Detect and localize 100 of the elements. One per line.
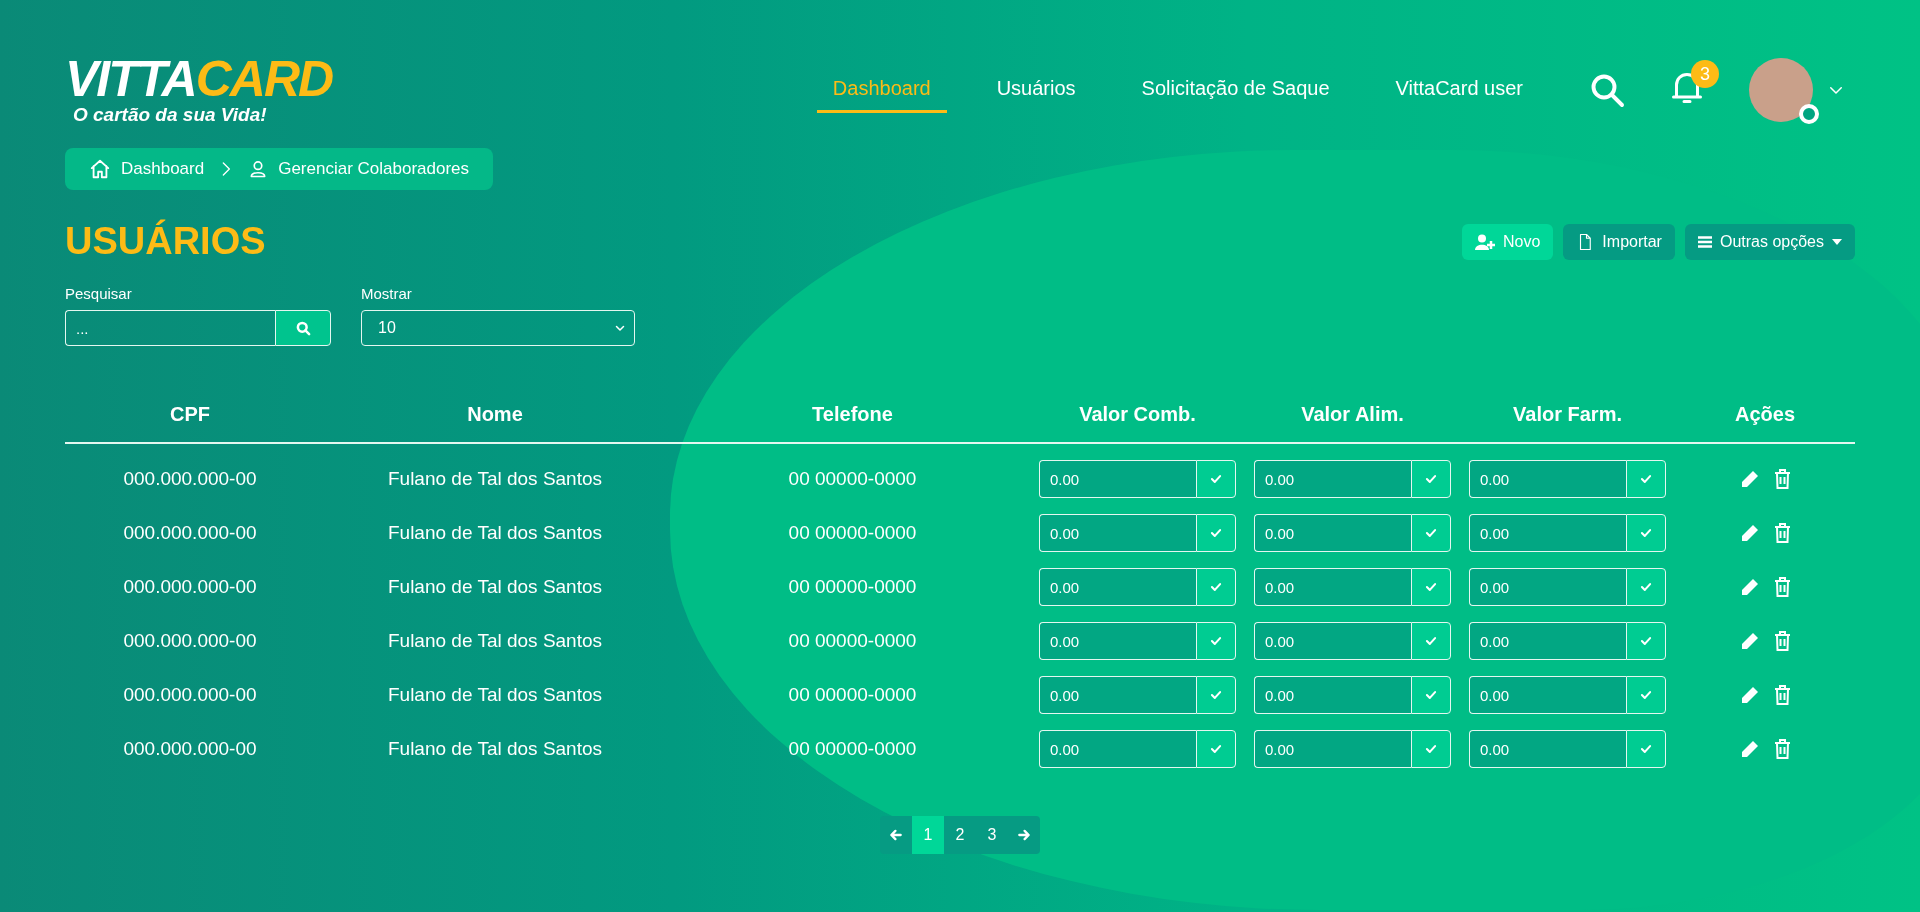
table-cell-text: 00 00000-0000 <box>787 738 918 760</box>
edit-button[interactable] <box>1739 631 1760 651</box>
value-field[interactable]: 0.00 <box>1469 676 1626 714</box>
field-label: Pesquisar <box>65 285 133 302</box>
confirm-button[interactable] <box>1196 622 1236 660</box>
confirm-button[interactable] <box>1196 676 1236 714</box>
confirm-button[interactable] <box>1196 730 1236 768</box>
table-cell-text: Fulano de Tal dos Santos <box>386 468 604 490</box>
search-button[interactable] <box>275 310 331 346</box>
pencil-icon <box>1739 685 1760 705</box>
value-field[interactable]: 0.00 <box>1039 622 1196 660</box>
value-field[interactable]: 0.00 <box>1039 514 1196 552</box>
delete-button[interactable] <box>1773 523 1791 543</box>
logo: VITTACARD <box>65 54 333 104</box>
delete-button[interactable] <box>1773 577 1791 597</box>
search-field[interactable]: ... <box>65 310 275 346</box>
check-icon <box>1424 688 1438 702</box>
table-cell-text: 00 00000-0000 <box>787 522 918 544</box>
breadcrumb-link[interactable]: Dashboard <box>89 158 205 180</box>
check-icon <box>1424 634 1438 648</box>
table-cell-text: Fulano de Tal dos Santos <box>386 522 604 544</box>
trash-icon <box>1773 523 1791 543</box>
confirm-button[interactable] <box>1411 730 1451 768</box>
value-field[interactable]: 0.00 <box>1254 676 1411 714</box>
check-icon <box>1209 634 1223 648</box>
delete-button[interactable] <box>1773 469 1791 489</box>
value-field[interactable]: 0.00 <box>1469 460 1626 498</box>
value-field[interactable]: 0.00 <box>1469 514 1626 552</box>
value-field[interactable]: 0.00 <box>1254 622 1411 660</box>
logo-tagline: O cartão da sua Vida! <box>73 104 268 126</box>
value-field[interactable]: 0.00 <box>1039 460 1196 498</box>
confirm-button[interactable] <box>1196 460 1236 498</box>
value-field[interactable]: 0.00 <box>1039 730 1196 768</box>
check-icon <box>1639 526 1653 540</box>
table-cell-text: 00 00000-0000 <box>787 630 918 652</box>
column-header: CPF <box>169 402 211 426</box>
confirm-button[interactable] <box>1626 514 1666 552</box>
delete-button[interactable] <box>1773 739 1791 759</box>
edit-button[interactable] <box>1739 469 1760 489</box>
value-field[interactable]: 0.00 <box>1254 568 1411 606</box>
pencil-icon <box>1739 469 1760 489</box>
table-cell-text: 00 00000-0000 <box>787 576 918 598</box>
trash-icon <box>1773 631 1791 651</box>
delete-button[interactable] <box>1773 631 1791 651</box>
confirm-button[interactable] <box>1626 568 1666 606</box>
column-header: Valor Farm. <box>1512 402 1623 426</box>
table-cell-text: 000.000.000-00 <box>122 522 258 544</box>
trash-icon <box>1773 739 1791 759</box>
column-header: Nome <box>466 402 524 426</box>
page-button[interactable]: 1 <box>912 816 944 854</box>
nav-link[interactable]: Usuários <box>980 67 1092 113</box>
page-button[interactable]: 3 <box>976 816 1008 854</box>
confirm-button[interactable] <box>1626 676 1666 714</box>
check-icon <box>1209 472 1223 486</box>
page-button[interactable]: 2 <box>944 816 976 854</box>
edit-button[interactable] <box>1739 577 1760 597</box>
confirm-button[interactable] <box>1626 730 1666 768</box>
table-cell-text: Fulano de Tal dos Santos <box>386 576 604 598</box>
page-size-select[interactable]: 10 <box>361 310 635 346</box>
confirm-button[interactable] <box>1411 568 1451 606</box>
action-button[interactable]: Novo <box>1462 223 1554 260</box>
edit-button[interactable] <box>1739 523 1760 543</box>
breadcrumb-link[interactable]: Gerenciar Colaboradores <box>248 159 470 179</box>
action-button[interactable]: Importar <box>1563 223 1675 260</box>
check-icon <box>1209 688 1223 702</box>
arrow-right-icon <box>1017 828 1031 842</box>
check-icon <box>1639 580 1653 594</box>
value-field[interactable]: 0.00 <box>1469 622 1626 660</box>
value-field[interactable]: 0.00 <box>1469 730 1626 768</box>
value-field[interactable]: 0.00 <box>1254 460 1411 498</box>
confirm-button[interactable] <box>1411 460 1451 498</box>
confirm-button[interactable] <box>1626 622 1666 660</box>
pencil-icon <box>1739 739 1760 759</box>
confirm-button[interactable] <box>1411 676 1451 714</box>
value-field[interactable]: 0.00 <box>1039 568 1196 606</box>
nav-link[interactable]: Solicitação de Saque <box>1125 67 1346 113</box>
confirm-button[interactable] <box>1196 514 1236 552</box>
add-user-icon <box>1475 233 1495 250</box>
confirm-button[interactable] <box>1411 622 1451 660</box>
column-header: Telefone <box>811 402 894 426</box>
edit-button[interactable] <box>1739 739 1760 759</box>
table-cell-text: 000.000.000-00 <box>122 468 258 490</box>
check-icon <box>1209 526 1223 540</box>
home-icon <box>89 158 111 180</box>
value-field[interactable]: 0.00 <box>1469 568 1626 606</box>
nav-link[interactable]: VittaCard user <box>1379 67 1539 113</box>
action-button[interactable]: Outras opções <box>1684 223 1855 260</box>
trash-icon <box>1773 577 1791 597</box>
edit-button[interactable] <box>1739 685 1760 705</box>
value-field[interactable]: 0.00 <box>1039 676 1196 714</box>
table-cell-text: Fulano de Tal dos Santos <box>386 684 604 706</box>
trash-icon <box>1773 469 1791 489</box>
confirm-button[interactable] <box>1196 568 1236 606</box>
value-field[interactable]: 0.00 <box>1254 730 1411 768</box>
value-field[interactable]: 0.00 <box>1254 514 1411 552</box>
check-icon <box>1209 742 1223 756</box>
delete-button[interactable] <box>1773 685 1791 705</box>
confirm-button[interactable] <box>1411 514 1451 552</box>
confirm-button[interactable] <box>1626 460 1666 498</box>
nav-link[interactable]: Dashboard <box>816 67 947 113</box>
